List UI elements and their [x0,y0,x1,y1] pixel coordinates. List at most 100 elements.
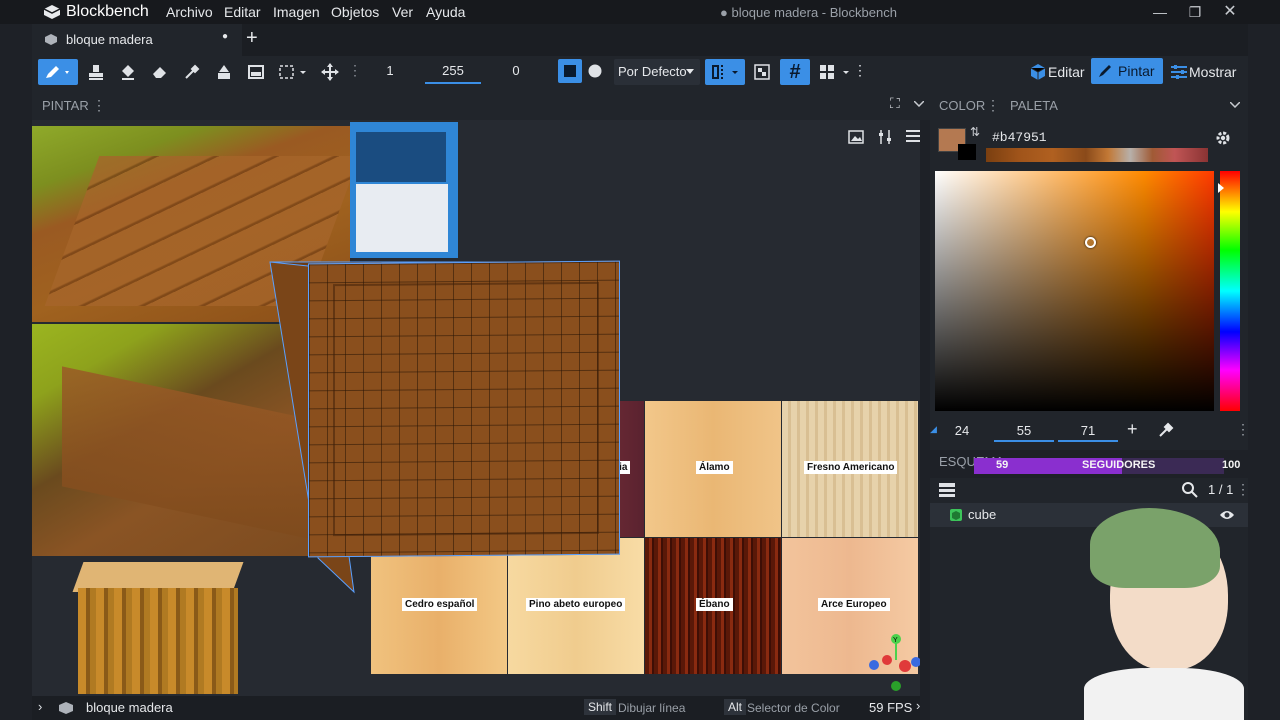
project-tab[interactable]: bloque madera ● [32,24,242,56]
paint-panel-header: PINTAR ⋮ ⛶ [32,88,930,120]
cube-front-face[interactable] [308,260,620,558]
circle-icon [588,64,602,78]
round-brush-shape-button[interactable] [583,59,607,83]
square-brush-shape-button[interactable] [558,59,582,83]
adjust-sliders-icon[interactable] [878,129,892,145]
softness-input[interactable]: 0 [488,60,544,82]
wood-label: Cedro español [402,598,478,611]
alt-key-hint: Selector de Color [747,701,840,715]
cube-icon [1030,64,1046,80]
checkerboard-button[interactable] [749,59,775,85]
swap-colors-icon[interactable]: ⇅ [970,125,980,139]
tab-palette[interactable]: PALETA [1010,98,1058,113]
mirror-painting-button[interactable] [705,59,745,85]
checkerboard-icon [754,64,770,80]
brush-size-input[interactable]: 1 [362,60,418,82]
paintbrush-icon [1099,65,1111,77]
viewport[interactable]: dia Álamo Fresno Americano Cedro español… [32,120,920,696]
toolbar-more-icon[interactable]: ⋮ [853,62,867,79]
collapse-chevron-icon[interactable] [914,101,924,107]
tab-color[interactable]: COLOR [939,98,985,113]
menu-archivo[interactable]: Archivo [166,4,213,20]
color-collapse-chevron-icon[interactable] [1230,102,1240,108]
clone-stamp-tool-button[interactable] [83,59,109,85]
wood-swatch-5: Ébano [645,538,781,674]
mode-edit-button[interactable]: Editar [1026,59,1088,85]
app-name: Blockbench [66,3,149,20]
hue-slider[interactable] [1218,171,1240,411]
saturation-input[interactable]: 55 [994,423,1054,438]
value-input[interactable]: 71 [1058,423,1118,438]
eyedropper-small-icon[interactable] [1158,422,1174,438]
gradient-icon [248,65,264,79]
menu-ver[interactable]: Ver [392,4,413,20]
mode-paint-button[interactable]: Pintar [1091,58,1163,84]
maximize-button[interactable]: ❐ [1181,2,1209,22]
settings-gear-icon[interactable] [1214,129,1232,147]
saturation-value-picker[interactable] [935,171,1214,411]
move-tool-button[interactable] [317,59,343,85]
blend-mode-select[interactable]: Por Defecto [614,59,700,85]
minimize-button[interactable]: — [1146,2,1174,22]
shift-key-badge: Shift [584,699,617,715]
add-to-palette-button[interactable]: + [1127,419,1138,440]
hue-input[interactable]: 24 [952,423,972,438]
pixel-grid-button[interactable]: # [780,59,810,85]
image-icon[interactable] [848,130,864,144]
wood-swatch-2: Fresno Americano [782,401,918,537]
opacity-input[interactable]: 255 [425,60,481,82]
menu-ayuda[interactable]: Ayuda [426,4,465,20]
cube-green-icon [950,509,962,521]
outliner-more-icon[interactable]: ⋮ [1236,481,1250,498]
eraser-icon [153,67,166,78]
color-picker-tool-button[interactable] [179,59,205,85]
recent-colors-strip[interactable] [986,148,1208,162]
close-window-button[interactable]: ✕ [1216,2,1244,22]
value-underline [1058,440,1118,442]
brush-icon [46,66,69,78]
secondary-color-swatch[interactable] [958,144,976,160]
grid-hash-icon: # [789,60,801,83]
unsaved-dot-icon[interactable]: ● [222,31,228,42]
new-tab-button[interactable]: + [246,27,258,50]
axis-gizmo[interactable]: Y [866,632,920,692]
brush-tool-button[interactable] [38,59,78,85]
hex-input[interactable]: #b47951 [992,130,1047,145]
fullscreen-icon[interactable]: ⛶ [890,95,900,112]
sv-picker-handle[interactable] [1085,237,1096,248]
add-group-icon[interactable] [939,483,955,497]
wood-label: Fresno Americano [804,461,898,474]
player-skin-preview [350,122,458,258]
status-arrow-icon[interactable]: › [916,698,920,713]
menu-objetos[interactable]: Objetos [331,4,379,20]
hsv-toggle-icon[interactable]: ◢ [930,424,937,435]
wood-label: Arce Europeo [818,598,890,611]
toolbar-drag-handle-icon[interactable]: ⋮ [348,62,362,79]
wood-log-preview [72,548,244,694]
color-more-icon[interactable]: ⋮ [1236,421,1250,438]
selection-tool-button[interactable] [275,59,311,85]
saturation-underline [994,440,1054,442]
panel-menu-icon[interactable]: ⋮ [92,97,106,114]
fill-tool-button[interactable] [115,59,141,85]
fps-counter: 59 FPS [869,700,913,715]
menu-editar[interactable]: Editar [224,4,261,20]
stamp-icon [89,65,103,80]
gradient-tool-button[interactable] [243,59,269,85]
window-title: ● bloque madera - Blockbench [720,5,897,20]
search-icon[interactable] [1182,482,1198,498]
shapes-icon [218,65,230,79]
expand-chevron-icon[interactable]: › [38,699,42,714]
hamburger-menu-icon[interactable] [906,130,920,142]
eraser-tool-button[interactable] [147,59,173,85]
menu-imagen[interactable]: Imagen [273,4,320,20]
outliner-item-label: cube [968,507,997,522]
shape-tool-button[interactable] [211,59,237,85]
mode-display-button[interactable]: Mostrar [1167,59,1243,85]
hue-handle-icon[interactable] [1218,183,1224,193]
status-bar: › bloque madera Shift Dibujar línea Alt … [32,696,920,720]
texture-layout-button[interactable] [815,59,855,85]
mode-paint-label: Pintar [1118,63,1155,79]
paint-panel-title: PINTAR [42,98,89,113]
color-panel-menu-icon[interactable]: ⋮ [986,97,1000,114]
